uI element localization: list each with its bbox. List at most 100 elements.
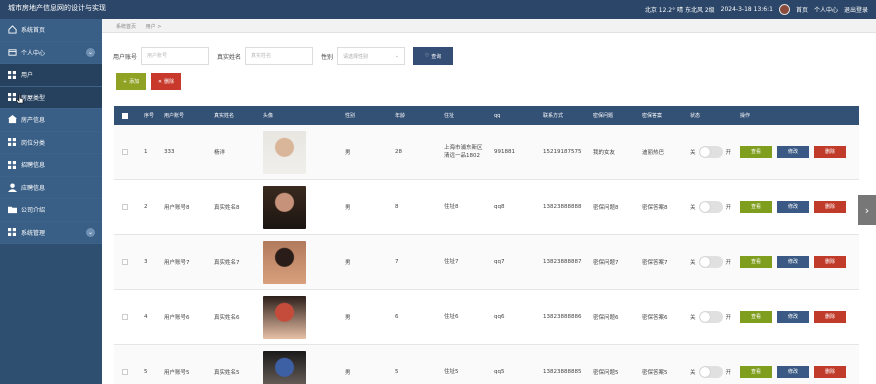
sidebar-item-label: 岗位分类 bbox=[21, 139, 46, 147]
batch-delete-button[interactable]: ✕ 删除 bbox=[151, 73, 181, 90]
link-logout[interactable]: 退出登录 bbox=[844, 5, 868, 14]
weather-text: 北京 12.2° 晴 东北风 2级 bbox=[644, 7, 715, 14]
chevron-down-icon[interactable]: ⌄ bbox=[86, 227, 95, 237]
address-line1: 住址8 bbox=[444, 204, 459, 210]
status-toggle[interactable]: 关 开 bbox=[690, 146, 740, 158]
row-checkbox[interactable] bbox=[122, 259, 128, 265]
sidebar-item-application[interactable]: 应聘信息 bbox=[0, 176, 102, 199]
edit-button[interactable]: 修改 bbox=[777, 366, 809, 378]
cell-name: 真实姓名5 bbox=[214, 370, 240, 376]
status-switch[interactable] bbox=[698, 256, 723, 268]
status-toggle[interactable]: 关 开 bbox=[690, 256, 740, 268]
avatar-photo bbox=[263, 350, 306, 384]
link-profile[interactable]: 个人中心 bbox=[814, 5, 838, 14]
col-question: 密保问题 bbox=[593, 113, 614, 119]
delete-button[interactable]: 删除 bbox=[814, 311, 846, 323]
name-input[interactable] bbox=[245, 47, 314, 65]
cell-phone: 13823888885 bbox=[543, 369, 582, 375]
avatar-photo bbox=[263, 130, 306, 174]
sidebar-item-job-category[interactable]: 岗位分类 bbox=[0, 131, 102, 154]
query-button[interactable]: ♡ 查询 bbox=[413, 47, 454, 65]
toggle-off-label: 关 bbox=[690, 150, 696, 156]
edit-button[interactable]: 修改 bbox=[777, 201, 809, 213]
status-switch[interactable] bbox=[698, 201, 723, 213]
cell-phone: 13823888886 bbox=[543, 314, 582, 320]
view-button[interactable]: 查看 bbox=[740, 201, 772, 213]
row-checkbox[interactable] bbox=[122, 369, 128, 375]
sidebar-item-label: 个人中心 bbox=[21, 49, 46, 57]
sidebar-item-recruitment[interactable]: 招聘信息 bbox=[0, 154, 102, 177]
gender-label: 性别 bbox=[321, 53, 334, 61]
toggle-off-label: 关 bbox=[690, 205, 696, 211]
cell-gender: 男 bbox=[345, 315, 351, 321]
sidebar-item-user[interactable]: 用户 bbox=[0, 64, 102, 87]
avatar-photo bbox=[263, 240, 306, 284]
sidebar-item-company[interactable]: 公司介绍 bbox=[0, 199, 102, 222]
delete-button[interactable]: 删除 bbox=[814, 366, 846, 378]
table-header: 序号 用户账号 真实姓名 头像 性别 年龄 住址 qq 联系方式 密保问题 密保… bbox=[114, 106, 859, 125]
status-switch[interactable] bbox=[698, 311, 723, 323]
cell-account: 用户账号6 bbox=[164, 315, 190, 321]
operation-group: 查看 修改 删除 bbox=[740, 201, 850, 213]
cell-age: 8 bbox=[395, 204, 399, 210]
cell-qq: qq5 bbox=[494, 369, 505, 375]
delete-button[interactable]: 删除 bbox=[814, 256, 846, 268]
edit-button[interactable]: 修改 bbox=[777, 311, 809, 323]
cell-question: 密保问题5 bbox=[593, 370, 619, 376]
edit-button[interactable]: 修改 bbox=[777, 256, 809, 268]
operation-group: 查看 修改 删除 bbox=[740, 256, 850, 268]
avatar[interactable] bbox=[778, 4, 790, 15]
cell-name: 真实姓名7 bbox=[214, 260, 240, 266]
col-age: 年龄 bbox=[395, 113, 406, 119]
toggle-off-label: 关 bbox=[690, 315, 696, 321]
sidebar-item-label: 用户 bbox=[21, 72, 34, 80]
status-switch[interactable] bbox=[698, 146, 723, 158]
breadcrumb-current: 用户 > bbox=[145, 24, 162, 30]
status-toggle[interactable]: 关 开 bbox=[690, 366, 740, 378]
cell-question: 密保问题6 bbox=[593, 315, 619, 321]
gender-select[interactable]: 请选择性别 ⌄ bbox=[337, 47, 406, 65]
add-button[interactable]: + 添加 bbox=[116, 73, 146, 90]
status-toggle[interactable]: 关 开 bbox=[690, 201, 740, 213]
hand-cursor-icon bbox=[16, 94, 24, 104]
house-icon bbox=[7, 115, 17, 125]
grid-icon bbox=[7, 70, 17, 80]
view-button[interactable]: 查看 bbox=[740, 366, 772, 378]
view-button[interactable]: 查看 bbox=[740, 311, 772, 323]
row-checkbox[interactable] bbox=[122, 204, 128, 210]
cell-age: 28 bbox=[395, 149, 402, 155]
delete-button[interactable]: 删除 bbox=[814, 146, 846, 158]
breadcrumb: 系统首页 用户 > bbox=[102, 19, 876, 33]
gender-placeholder: 请选择性别 bbox=[343, 53, 369, 60]
address-line1: 住址7 bbox=[444, 259, 459, 265]
table-row: 2 用户账号8 真实姓名8 男 8 住址8 qq8 13823888888 密保… bbox=[114, 180, 859, 235]
sidebar: 系统首页 个人中心 ⌄ 用户 房屋类型 房产信息 岗位分类 招聘信息 应聘信息 … bbox=[0, 19, 102, 384]
col-no: 序号 bbox=[144, 113, 155, 119]
view-button[interactable]: 查看 bbox=[740, 256, 772, 268]
sidebar-item-system[interactable]: 系统管理 ⌄ bbox=[0, 221, 102, 244]
link-home[interactable]: 首页 bbox=[796, 5, 808, 14]
chevron-down-icon[interactable]: ⌄ bbox=[86, 47, 95, 57]
breadcrumb-home[interactable]: 系统首页 bbox=[116, 24, 136, 30]
status-switch[interactable] bbox=[698, 366, 723, 378]
select-all-checkbox[interactable] bbox=[122, 112, 128, 119]
next-arrow-button[interactable]: › bbox=[858, 195, 876, 225]
sidebar-item-home[interactable]: 系统首页 bbox=[0, 19, 102, 42]
edit-button[interactable]: 修改 bbox=[777, 146, 809, 158]
col-photo: 头像 bbox=[263, 113, 274, 119]
sidebar-item-profile[interactable]: 个人中心 ⌄ bbox=[0, 41, 102, 64]
home-icon bbox=[7, 25, 17, 35]
plus-icon: + bbox=[122, 78, 128, 85]
col-account: 用户账号 bbox=[164, 113, 185, 119]
action-bar: + 添加 ✕ 删除 bbox=[116, 73, 181, 90]
view-button[interactable]: 查看 bbox=[740, 146, 772, 158]
row-checkbox[interactable] bbox=[122, 314, 128, 320]
row-checkbox[interactable] bbox=[122, 149, 128, 155]
sidebar-item-property[interactable]: 房产信息 bbox=[0, 109, 102, 132]
avatar-photo bbox=[263, 295, 306, 339]
status-toggle[interactable]: 关 开 bbox=[690, 311, 740, 323]
toggle-off-label: 关 bbox=[690, 260, 696, 266]
delete-button[interactable]: 删除 bbox=[814, 201, 846, 213]
chevron-down-icon: ⌄ bbox=[394, 53, 400, 59]
account-input[interactable] bbox=[141, 47, 210, 65]
